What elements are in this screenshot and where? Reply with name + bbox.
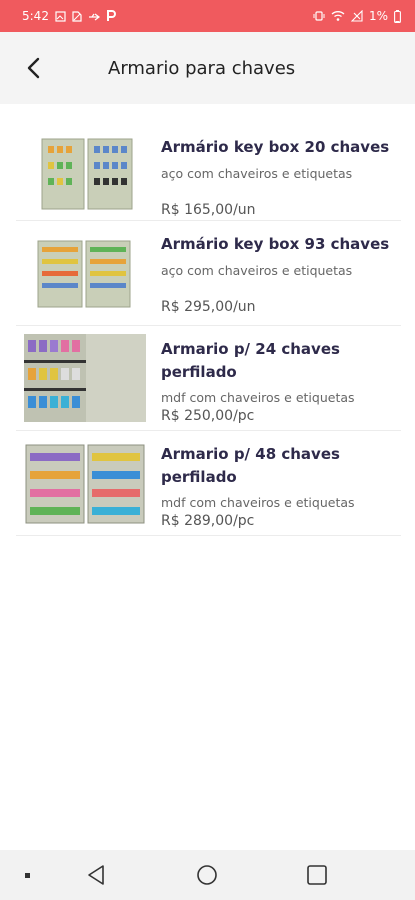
product-image-armario-48: [24, 441, 146, 527]
vibrate-icon: [313, 11, 325, 21]
product-description: aço com chaveiros e etiquetas: [161, 166, 353, 181]
product-description: mdf com chaveiros e etiquetas: [161, 390, 355, 405]
product-price: R$ 289,00/pc: [161, 513, 255, 529]
product-image-key-box-93: [34, 235, 134, 315]
usb-icon: [88, 13, 100, 20]
product-description: aço com chaveiros e etiquetas: [161, 263, 353, 278]
product-item[interactable]: Armario p/ 24 chaves perfilado mdf com c…: [16, 326, 401, 431]
nav-home-button[interactable]: [194, 862, 220, 888]
product-price: R$ 250,00/pc: [161, 408, 255, 424]
status-time: 5:42: [22, 9, 49, 23]
status-left: 5:42: [22, 9, 116, 23]
product-description: mdf com chaveiros e etiquetas: [161, 495, 355, 510]
nav-recents-button[interactable]: [304, 862, 330, 888]
product-name: Armario p/ 48 chaves perfilado: [161, 445, 340, 486]
product-item[interactable]: Armario p/ 48 chaves perfilado mdf com c…: [16, 431, 401, 536]
product-image-key-box-20: [36, 134, 138, 214]
product-price: R$ 295,00/un: [161, 299, 256, 315]
recents-square-icon: [307, 865, 327, 885]
battery-percent: 1%: [368, 9, 388, 23]
status-right: 1%: [313, 9, 401, 23]
product-name: Armário key box 20 chaves: [161, 138, 390, 156]
product-item[interactable]: Armário key box 20 chaves aço com chavei…: [16, 114, 401, 221]
chevron-left-icon: [27, 57, 40, 79]
product-name: Armário key box 93 chaves: [161, 235, 390, 253]
p-icon: [106, 10, 116, 21]
dot-icon: [25, 873, 30, 878]
product-name: Armario p/ 24 chaves perfilado: [161, 340, 340, 381]
system-nav-bar: [0, 850, 415, 900]
no-signal-icon: [350, 10, 363, 22]
product-price: R$ 165,00/un: [161, 202, 256, 218]
app-bar: Armario para chaves: [0, 32, 415, 104]
home-circle-icon: [197, 865, 217, 885]
back-button[interactable]: [20, 54, 48, 82]
page-title: Armario para chaves: [108, 58, 296, 79]
wifi-icon: [331, 11, 345, 21]
gallery-icon: [55, 10, 66, 22]
nav-dot-button[interactable]: [16, 862, 42, 888]
product-item[interactable]: Armário key box 93 chaves aço com chavei…: [16, 221, 401, 326]
nav-back-button[interactable]: [84, 862, 110, 888]
sim-icon: [72, 10, 82, 22]
product-image-armario-24: [24, 334, 146, 422]
status-bar: 5:42 1%: [0, 0, 415, 32]
battery-icon: [394, 9, 401, 23]
back-triangle-icon: [88, 865, 104, 885]
